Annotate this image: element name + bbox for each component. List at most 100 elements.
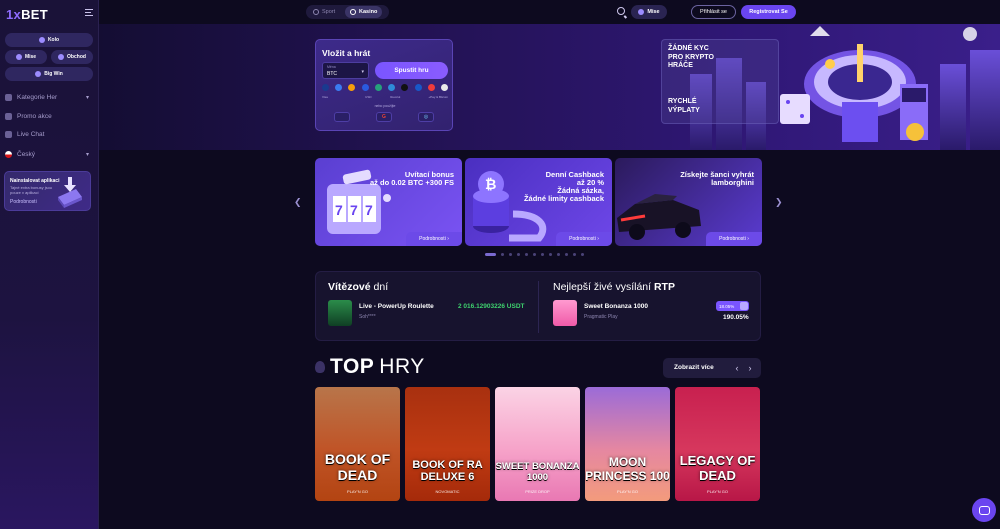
payment-coin-icon[interactable]: [322, 84, 329, 91]
details-button[interactable]: Podrobnosti ›: [556, 232, 612, 246]
promo-card-lamborghini[interactable]: Získejte šanci vyhrát lamborghini Podrob…: [615, 158, 762, 246]
mission-icon: [15, 54, 22, 60]
rtp-provider: Pragmatic Play: [584, 314, 618, 320]
carousel-dot[interactable]: [565, 253, 568, 256]
game-card[interactable]: MOON PRINCESS 100 PLAY'N GO: [585, 387, 670, 501]
winners-title: Vítězové dní: [328, 281, 389, 293]
mise-button[interactable]: Mise: [5, 50, 47, 64]
sidebar-item-live-chat[interactable]: Live Chat: [5, 127, 93, 141]
sweet-bonanza-thumbnail[interactable]: [553, 300, 577, 326]
rtp-title: Nejlepší živé vysílání RTP: [553, 281, 675, 293]
menu-toggle-icon[interactable]: [85, 9, 93, 16]
carousel-dot[interactable]: [501, 253, 504, 256]
payment-coin-icon[interactable]: [388, 84, 396, 91]
payment-coin-icon[interactable]: [414, 84, 422, 91]
svg-text:7: 7: [350, 202, 358, 218]
deposit-title: Vložit a hrát: [322, 48, 371, 58]
trophy-icon: [35, 71, 42, 77]
payment-coin-label: +Pay & Bitcoin: [428, 95, 448, 99]
promo-card-welcome[interactable]: 7 7 7 Uvítací bonus až do 0.02 BTC +300 …: [315, 158, 462, 246]
payment-coin-label: Visa: [322, 95, 328, 99]
winners-panel: Vítězové dní Live - PowerUp Roulette Soh…: [315, 271, 761, 341]
flame-icon: [315, 361, 325, 373]
grid-icon: [5, 93, 12, 101]
big-win-button[interactable]: Big Win: [5, 67, 93, 81]
game-title: MOON PRINCESS 100: [585, 455, 670, 483]
tab-kasino[interactable]: Kasino: [345, 6, 383, 18]
payment-coin-icon[interactable]: [440, 84, 448, 91]
sidebar-item-language[interactable]: Český ▾: [5, 147, 93, 161]
payment-coin-icon[interactable]: [374, 84, 382, 91]
czech-flag-icon: [5, 150, 12, 158]
game-card[interactable]: LEGACY OF DEAD PLAY'N GO: [675, 387, 760, 501]
game-card[interactable]: BOOK OF DEAD PLAY'N GO: [315, 387, 400, 501]
payment-coin-icon[interactable]: [348, 84, 356, 91]
or-use-label: nebo použijte: [374, 104, 396, 108]
rtp-game-name[interactable]: Sweet Bonanza 1000: [584, 303, 648, 310]
wallet-pay-icon[interactable]: ◎: [418, 112, 434, 122]
chevron-left-icon[interactable]: ‹: [731, 362, 743, 374]
game-card[interactable]: BOOK OF RA DELUXE 6 NOVOMATIC: [405, 387, 490, 501]
carousel-dot[interactable]: [533, 253, 536, 256]
carousel-dot[interactable]: [517, 253, 520, 256]
winner-amount: 2 016.12903226 USDT: [458, 303, 525, 310]
google-pay-icon[interactable]: G: [376, 112, 392, 122]
top-games-controls: Zobrazit více ‹ ›: [663, 358, 761, 378]
game-title: LEGACY OF DEAD: [679, 453, 756, 483]
chevron-right-icon[interactable]: ❯: [775, 197, 783, 208]
payment-coin-label: Revolut: [390, 95, 401, 99]
carousel-dot[interactable]: [509, 253, 512, 256]
show-more-button[interactable]: Zobrazit více: [674, 364, 714, 371]
tab-sport[interactable]: Sport: [308, 6, 340, 18]
sidebar-item-promo[interactable]: Promo akce: [5, 109, 93, 123]
promo-card-cashback[interactable]: ₿ Denní Cashback až 20 % Žádná sázka, Žá…: [465, 158, 612, 246]
carousel-dot[interactable]: [541, 253, 544, 256]
install-app-card[interactable]: Nainstalovat aplikaci Tajné extra bonusy…: [4, 171, 91, 211]
carousel-dot[interactable]: [557, 253, 560, 256]
payment-coin-icon[interactable]: [335, 84, 343, 91]
download-icon: [58, 177, 82, 208]
payment-coin-icon[interactable]: [427, 84, 435, 91]
carousel-dot[interactable]: [485, 253, 496, 256]
game-title: SWEET BONANZA 1000: [495, 461, 580, 483]
sidebar-item-categories[interactable]: Kategorie Her ▾: [5, 90, 93, 104]
brand-logo[interactable]: 1xBET: [6, 7, 48, 22]
game-provider: PLAY'N GO: [347, 489, 368, 494]
details-button[interactable]: Podrobnosti ›: [706, 232, 762, 246]
login-button[interactable]: Přihlásit se: [691, 5, 736, 19]
gift-icon: [5, 112, 12, 120]
details-button[interactable]: Podrobnosti ›: [406, 232, 462, 246]
game-title: BOOK OF DEAD: [324, 451, 391, 483]
game-card[interactable]: SWEET BONANZA 1000 PRIZE DROP: [495, 387, 580, 501]
carousel-dot[interactable]: [525, 253, 528, 256]
game-title: BOOK OF RA DELUXE 6: [412, 459, 483, 483]
chevron-down-icon: ▾: [85, 151, 89, 158]
kolo-button[interactable]: Kolo: [5, 33, 93, 47]
register-button[interactable]: Registrovat Se: [741, 5, 796, 19]
rtp-change-badge: 18.05%: [716, 301, 749, 311]
carousel-dot[interactable]: [581, 253, 584, 256]
powerup-roulette-thumbnail[interactable]: [328, 300, 352, 326]
obchod-button[interactable]: Obchod: [51, 50, 93, 64]
winner-game-name[interactable]: Live - PowerUp Roulette: [359, 303, 434, 310]
payment-coin-icon[interactable]: [361, 84, 369, 91]
payment-coin-icon[interactable]: [401, 84, 409, 91]
start-game-button[interactable]: Spustit hru: [375, 62, 448, 79]
search-icon[interactable]: [617, 7, 625, 15]
deposit-widget: Vložit a hrát Měna BTC ▾ Spustit hru Vis…: [315, 39, 453, 131]
chevron-right-icon[interactable]: ›: [744, 362, 756, 374]
game-provider: PRIZE DROP: [525, 489, 550, 494]
carousel-dot[interactable]: [573, 253, 576, 256]
ball-icon: [313, 9, 319, 15]
apple-pay-icon[interactable]: [334, 112, 350, 122]
chat-bubble-icon: [978, 505, 990, 515]
currency-select[interactable]: Měna BTC ▾: [322, 62, 369, 79]
app-details-link[interactable]: Podrobnosti: [10, 199, 37, 205]
carousel-dot[interactable]: [549, 253, 552, 256]
hero-banner: ŽÁDNÉ KYC PRO KRYPTO HRÁČE RYCHLÉ VÝPLAT…: [99, 24, 1000, 150]
hero-promo-box: ŽÁDNÉ KYC PRO KRYPTO HRÁČE RYCHLÉ VÝPLAT…: [661, 39, 779, 124]
sidebar: 1xBET Kolo Mise Obchod Big Win Kategorie…: [0, 0, 99, 529]
chevron-left-icon[interactable]: ❮: [294, 197, 302, 208]
live-chat-button[interactable]: [972, 498, 996, 522]
mise-top-button[interactable]: Mise: [631, 5, 667, 19]
